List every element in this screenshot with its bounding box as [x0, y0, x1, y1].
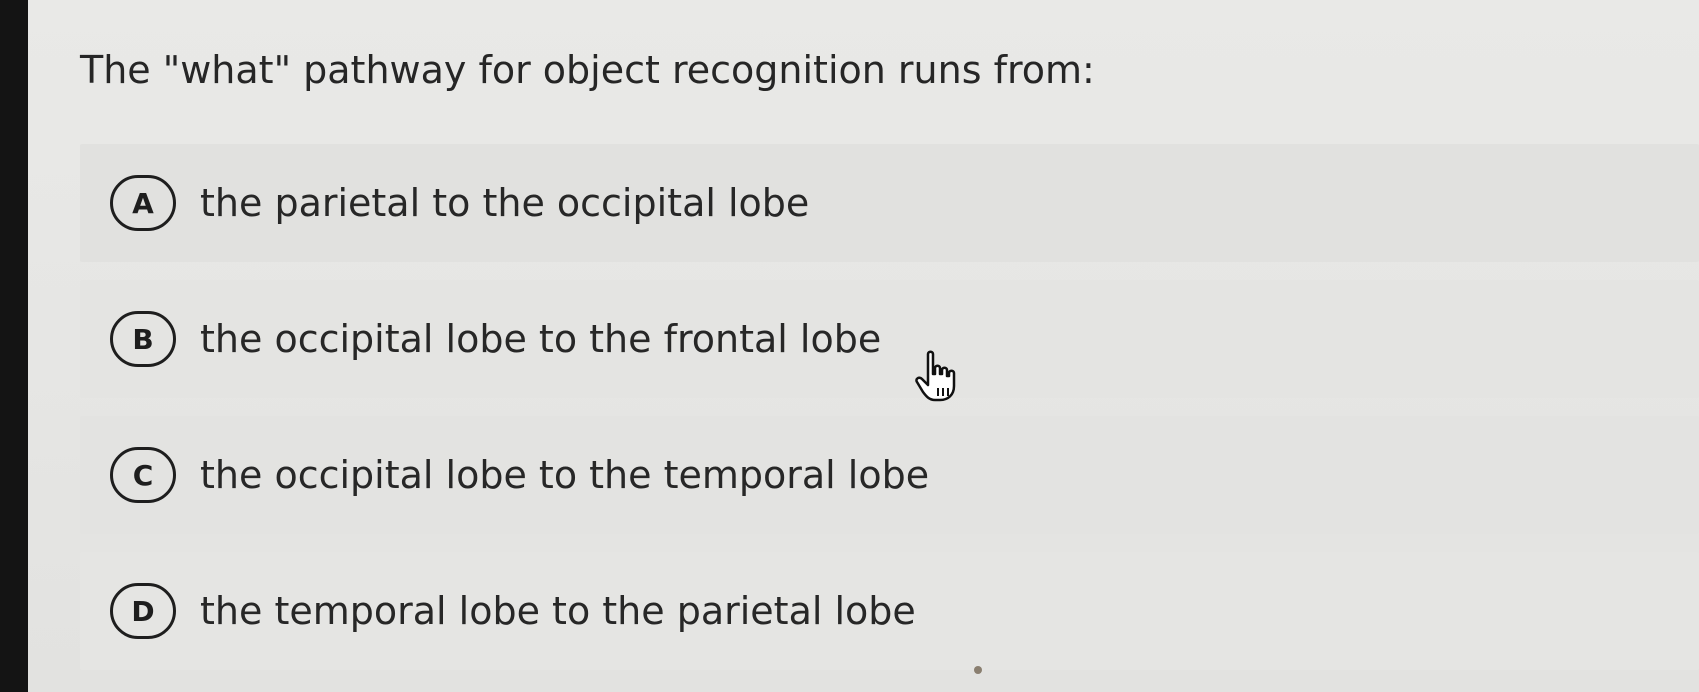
option-d-badge[interactable]: D — [110, 583, 176, 639]
question-text: The "what" pathway for object recognitio… — [80, 48, 1095, 92]
option-c-badge[interactable]: C — [110, 447, 176, 503]
answer-options: A the parietal to the occipital lobe B t… — [80, 144, 1699, 688]
quiz-panel: The "what" pathway for object recognitio… — [28, 0, 1699, 692]
option-b-text[interactable]: the occipital lobe to the frontal lobe — [200, 317, 881, 361]
option-c-text[interactable]: the occipital lobe to the temporal lobe — [200, 453, 929, 497]
option-d[interactable]: D the temporal lobe to the parietal lobe — [80, 552, 1699, 670]
option-a-text[interactable]: the parietal to the occipital lobe — [200, 181, 809, 225]
option-b-badge[interactable]: B — [110, 311, 176, 367]
option-b[interactable]: B the occipital lobe to the frontal lobe — [80, 280, 1699, 398]
screen: The "what" pathway for object recognitio… — [0, 0, 1699, 692]
option-c[interactable]: C the occipital lobe to the temporal lob… — [80, 416, 1699, 534]
option-a-badge[interactable]: A — [110, 175, 176, 231]
screen-speck — [974, 666, 982, 674]
option-d-text[interactable]: the temporal lobe to the parietal lobe — [200, 589, 916, 633]
option-a[interactable]: A the parietal to the occipital lobe — [80, 144, 1699, 262]
hand-pointer-icon — [915, 350, 956, 402]
